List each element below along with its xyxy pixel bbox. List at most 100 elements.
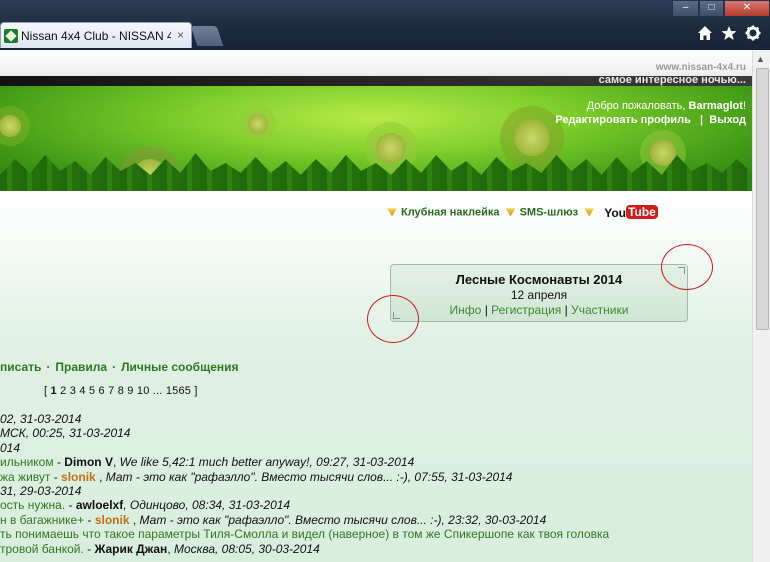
post-author[interactable]: awloelxf (76, 498, 123, 512)
post-author[interactable]: Dimon V (64, 455, 113, 469)
diamond-icon (387, 208, 397, 217)
nav-rules-link[interactable]: Правила (55, 360, 107, 374)
pager-page-link[interactable]: 8 (118, 385, 124, 397)
username-link[interactable]: Barmaglot (689, 100, 743, 112)
event-participants-link[interactable]: Участники (571, 303, 628, 317)
youtube-tube: Tube (626, 205, 658, 219)
vertical-scrollbar[interactable]: ▲ (752, 50, 770, 562)
post-author[interactable]: slonik (61, 470, 96, 484)
list-item: 02, 31-03-2014 (0, 412, 752, 426)
home-icon[interactable] (697, 25, 713, 46)
diamond-icon (584, 208, 595, 217)
post-separator: , (95, 469, 106, 484)
diamond-icon (505, 208, 516, 217)
post-author[interactable]: Жарик Джан (94, 542, 167, 556)
post-timestamp: , 07:55, 31-03-2014 (407, 469, 513, 484)
nav-messages-link[interactable]: Личные сообщения (121, 360, 238, 374)
welcome-prefix: Добро пожаловать, (586, 100, 689, 112)
topic-link[interactable]: ость нужна. (0, 498, 65, 512)
list-item: ость нужна. - awloelxf, Одинцово, 08:34,… (0, 498, 752, 512)
post-dash: - (65, 498, 76, 513)
post-city: Москва (173, 541, 215, 556)
list-item: тровой банкой. - Жарик Джан, Москва, 08:… (0, 542, 752, 556)
nav-write-link[interactable]: писать (0, 360, 41, 374)
pager-page-link[interactable]: 3 (70, 385, 76, 397)
list-item: 31, 29-03-2014 (0, 484, 752, 498)
sms-gateway-link[interactable]: SMS-шлюз (520, 206, 579, 218)
pager-page-link[interactable]: 6 (99, 385, 105, 397)
nav-dot: · (112, 360, 117, 374)
post-author[interactable]: slonik (95, 513, 130, 527)
scroll-up-arrow-icon[interactable]: ▲ (756, 54, 765, 64)
youtube-logo[interactable]: You Tube (604, 205, 658, 220)
minimize-button[interactable]: – (672, 0, 699, 17)
flower-decoration-icon (0, 106, 30, 146)
tab-close-icon[interactable]: × (177, 28, 184, 42)
welcome-suffix: ! (742, 100, 746, 112)
star-icon[interactable] (721, 25, 737, 46)
post-timestamp: , 23:32, 30-03-2014 (441, 512, 547, 527)
site-slogan: самое интересное ночью... (598, 74, 746, 86)
event-link-separator: | (484, 303, 488, 317)
event-registration-link[interactable]: Регистрация (491, 303, 561, 317)
club-sticker-link[interactable]: Клубная наклейка (401, 206, 499, 218)
post-timestamp: 014 (0, 440, 21, 455)
event-info-link[interactable]: Инфо (450, 303, 482, 317)
close-window-button[interactable]: ✕ (724, 0, 770, 17)
author-signature: We like 5,42:1 much better anyway! (119, 455, 310, 470)
list-item: ть понимаешь что такое параметры Тиля-См… (0, 527, 752, 541)
pager-page-link[interactable]: 9 (127, 385, 133, 397)
post-timestamp: МСК, 00:25, 31-03-2014 (0, 426, 131, 441)
topic-link[interactable]: н в багажнике+ (0, 513, 84, 527)
event-date: 12 апреля (510, 288, 568, 302)
recent-posts-list: 02, 31-03-2014 МСК, 00:25, 31-03-2014 01… (0, 412, 752, 556)
link-separator: | (700, 114, 704, 126)
flower-decoration-icon (240, 106, 276, 142)
post-dash: - (83, 541, 95, 556)
youtube-you: You (604, 205, 627, 220)
pager-page-link[interactable]: 7 (108, 385, 114, 397)
post-separator: , (129, 512, 140, 527)
welcome-line: Добро пожаловать, Barmaglot! (587, 100, 746, 112)
post-timestamp: 31, 29-03-2014 (0, 483, 82, 498)
post-separator: , (167, 541, 174, 556)
event-box: Лесные Космонавты 2014 12 апреля Инфо | … (390, 264, 688, 322)
site-favicon-icon (4, 29, 18, 43)
browser-chrome: – □ ✕ Nissan 4x4 Club - NISSAN 4... × (0, 0, 770, 50)
post-timestamp: , Одинцово, 08:34, 31-03-2014 (123, 498, 291, 513)
pager-page-link[interactable]: 4 (79, 385, 85, 397)
profile-links: Редактировать профиль | Выход (555, 114, 746, 126)
services-bar: Клубная наклейка SMS-шлюз You Tube (387, 205, 658, 220)
list-item: ильником - Dimon V, We like 5,42:1 much … (0, 455, 752, 469)
logout-link[interactable]: Выход (709, 114, 746, 126)
red-circle-annotation (661, 244, 713, 290)
maximize-button[interactable]: □ (699, 0, 724, 17)
topic-link[interactable]: тровой банкой. (0, 542, 84, 556)
post-dash: - (84, 512, 95, 527)
browser-tab[interactable]: Nissan 4x4 Club - NISSAN 4... × (0, 22, 192, 48)
topic-link[interactable]: жа живут (0, 470, 50, 484)
topic-link[interactable]: ть понимаешь что такое параметры Тиля-См… (0, 527, 609, 541)
tab-title: Nissan 4x4 Club - NISSAN 4... (21, 29, 171, 43)
post-separator: , (112, 455, 120, 470)
web-page: www.nissan-4x4.ru самое интересное ночью… (0, 50, 752, 562)
topic-link[interactable]: ильником (0, 455, 54, 469)
pager-last-page-link[interactable]: 1565 (166, 385, 191, 397)
list-item: жа живут - slonik , Мат - это как "рафаэ… (0, 470, 752, 484)
pager-ellipsis: ... (152, 385, 163, 397)
pager-page-link[interactable]: 10 (137, 385, 150, 397)
pager-bracket-open: [ (44, 385, 48, 397)
content-area: Клубная наклейка SMS-шлюз You Tube Лесные… (0, 191, 752, 562)
scroll-thumb[interactable] (756, 68, 769, 330)
post-timestamp: 02, 31-03-2014 (0, 412, 82, 426)
event-title: Лесные Космонавты 2014 (455, 272, 623, 287)
event-link-separator: | (564, 303, 568, 317)
pager-page-link[interactable]: 2 (60, 385, 66, 397)
header-banner: Добро пожаловать, Barmaglot! Редактирова… (0, 86, 752, 191)
gear-icon[interactable] (745, 25, 761, 46)
post-timestamp: , 09:27, 31-03-2014 (309, 455, 415, 470)
new-tab-button[interactable] (190, 26, 224, 46)
pager-page-link[interactable]: 5 (89, 385, 95, 397)
event-links: Инфо | Регистрация | Участники (391, 303, 687, 317)
edit-profile-link[interactable]: Редактировать профиль (555, 114, 691, 126)
